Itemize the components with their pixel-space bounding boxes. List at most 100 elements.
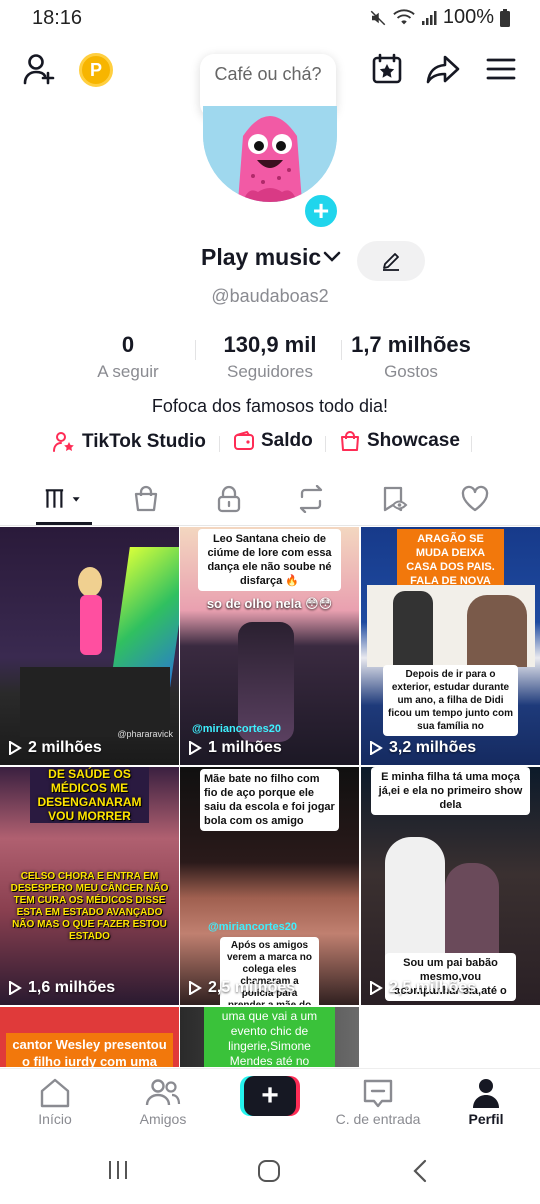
edit-profile-button[interactable] <box>357 241 425 281</box>
view-count-text: 2,5 milhões <box>389 979 477 996</box>
person <box>393 591 433 667</box>
nav-friends[interactable]: Amigos <box>108 1077 218 1127</box>
video-caption-secondary: Depois de ir para o exterior, estudar du… <box>361 665 540 736</box>
video-thumbnail[interactable]: @phararavick 2 milhões <box>0 527 179 765</box>
stat-value: 0 <box>121 332 135 357</box>
video-caption: cantor Wesley presentou o filho iurdy co… <box>0 1033 179 1067</box>
view-count-text: 2,5 milhões <box>208 979 296 996</box>
stage-speaker <box>20 667 170 737</box>
profile-bio: Fofoca dos famosos todo dia! <box>151 396 389 416</box>
view-count: 2,5 milhões <box>369 979 476 997</box>
play-icon <box>9 741 22 755</box>
link-saldo[interactable]: Saldo <box>233 430 313 452</box>
video-thumbnail[interactable]: Mãe bate no filho com fio de aço porque … <box>180 767 359 1005</box>
link-label: TikTok Studio <box>82 431 206 452</box>
inbox-icon <box>363 1079 393 1108</box>
bookmark-eye-icon <box>383 486 408 512</box>
system-navigation <box>0 1138 540 1204</box>
nav-label: Perfil <box>468 1111 504 1127</box>
caption-text: cantor Wesley presentou o filho iurdy co… <box>6 1033 173 1067</box>
video-thumbnail[interactable]: E minha filha tá uma moça já,ei e ela no… <box>361 767 540 1005</box>
chevron-down-icon[interactable] <box>322 250 342 264</box>
lock-icon <box>217 485 241 513</box>
grid-icon <box>45 489 80 508</box>
calendar-star-icon[interactable] <box>370 52 404 86</box>
caption-text: DE SAÚDE OS MÉDICOS ME DESENGANARAM VOU … <box>30 767 149 823</box>
view-count-text: 3,2 milhões <box>389 739 477 756</box>
tab-favorites[interactable] <box>374 482 414 516</box>
link-label: Saldo <box>261 430 313 451</box>
play-icon <box>9 981 22 995</box>
play-icon <box>370 981 383 995</box>
video-thumbnail[interactable]: cantor Wesley presentou o filho iurdy co… <box>0 1007 179 1067</box>
shopping-bag-icon <box>134 485 158 512</box>
stat-label: Gostos <box>384 362 438 381</box>
view-count: 2 milhões <box>8 739 102 757</box>
avatar[interactable] <box>203 106 337 202</box>
friends-icon <box>145 1079 181 1106</box>
back-icon[interactable] <box>410 1158 430 1184</box>
link-showcase[interactable]: Showcase <box>339 430 460 452</box>
tab-private[interactable] <box>209 482 249 516</box>
view-count-text: 1 milhões <box>208 739 282 756</box>
video-thumbnail[interactable]: uma que vai a um evento chic de lingerie… <box>180 1007 359 1067</box>
nav-home[interactable]: Início <box>0 1077 110 1127</box>
status-icons: 100% <box>369 6 510 29</box>
nav-label: Início <box>38 1111 72 1127</box>
watermark: @phararavick <box>117 729 173 739</box>
nav-inbox[interactable]: C. de entrada <box>323 1077 433 1127</box>
performer-outfit <box>80 595 102 655</box>
mute-icon <box>370 10 386 25</box>
link-divider <box>325 436 326 452</box>
create-button[interactable]: + <box>240 1076 300 1116</box>
status-bar: 18:16 100% <box>0 0 540 36</box>
video-caption: Leo Santana cheio de ciúme de lore com e… <box>180 529 359 591</box>
tab-reposts[interactable] <box>291 482 331 516</box>
play-icon <box>370 741 383 755</box>
repost-icon <box>299 485 323 513</box>
home-button-icon[interactable] <box>256 1158 282 1184</box>
plus-icon: + <box>244 1076 296 1116</box>
stat-value: 130,9 mil <box>223 332 317 357</box>
caption-text: E minha filha tá uma moça já,ei e ela no… <box>371 767 530 815</box>
add-friend-icon[interactable] <box>22 52 58 86</box>
video-thumbnail[interactable]: Leo Santana cheio de ciúme de lore com e… <box>180 527 359 765</box>
battery-icon <box>500 8 510 27</box>
stat-followers[interactable]: 130,9 mil Seguidores <box>205 332 335 382</box>
person-star-icon <box>53 432 74 452</box>
play-icon <box>189 741 202 755</box>
coins-icon[interactable]: P <box>79 53 113 87</box>
add-story-button[interactable]: + <box>302 192 340 230</box>
play-icon <box>189 981 202 995</box>
watermark: @miriancortes20 <box>192 723 281 735</box>
stat-following[interactable]: 0 A seguir <box>78 332 178 382</box>
video-caption: DE SAÚDE OS MÉDICOS ME DESENGANARAM VOU … <box>0 767 179 823</box>
video-grid: @phararavick 2 milhões Leo Santana cheio… <box>0 527 540 1067</box>
stat-likes[interactable]: 1,7 milhões Gostos <box>342 332 480 382</box>
share-icon[interactable] <box>425 52 461 86</box>
battery-percent: 100% <box>442 6 494 28</box>
tab-shop[interactable] <box>126 482 166 516</box>
name-row: Play music <box>0 244 540 278</box>
menu-icon[interactable] <box>484 54 518 84</box>
video-thumbnail[interactable]: ARAGÃO SE MUDA DEIXA CASA DOS PAIS. FALA… <box>361 527 540 765</box>
link-divider <box>471 436 472 452</box>
photo-collage <box>367 585 535 667</box>
bubble-text: Café ou chá? <box>214 64 322 84</box>
person <box>385 837 445 957</box>
tab-videos[interactable] <box>44 482 84 516</box>
link-label: Showcase <box>367 430 460 451</box>
display-name[interactable]: Play music <box>201 244 321 271</box>
video-thumbnail[interactable]: DE SAÚDE OS MÉDICOS ME DESENGANARAM VOU … <box>0 767 179 1005</box>
recent-apps-icon[interactable] <box>106 1158 130 1182</box>
tab-liked[interactable] <box>455 482 495 516</box>
nav-profile[interactable]: Perfil <box>431 1077 540 1127</box>
profile-handle: @baudaboas2 <box>211 286 329 306</box>
home-icon <box>40 1078 70 1108</box>
video-caption: Mãe bate no filho com fio de aço porque … <box>180 769 359 831</box>
link-tiktok-studio[interactable]: TikTok Studio <box>52 430 206 454</box>
stat-label: Seguidores <box>226 362 313 381</box>
person <box>467 595 527 667</box>
view-count: 1 milhões <box>188 739 282 757</box>
nav-label: Amigos <box>139 1111 187 1127</box>
